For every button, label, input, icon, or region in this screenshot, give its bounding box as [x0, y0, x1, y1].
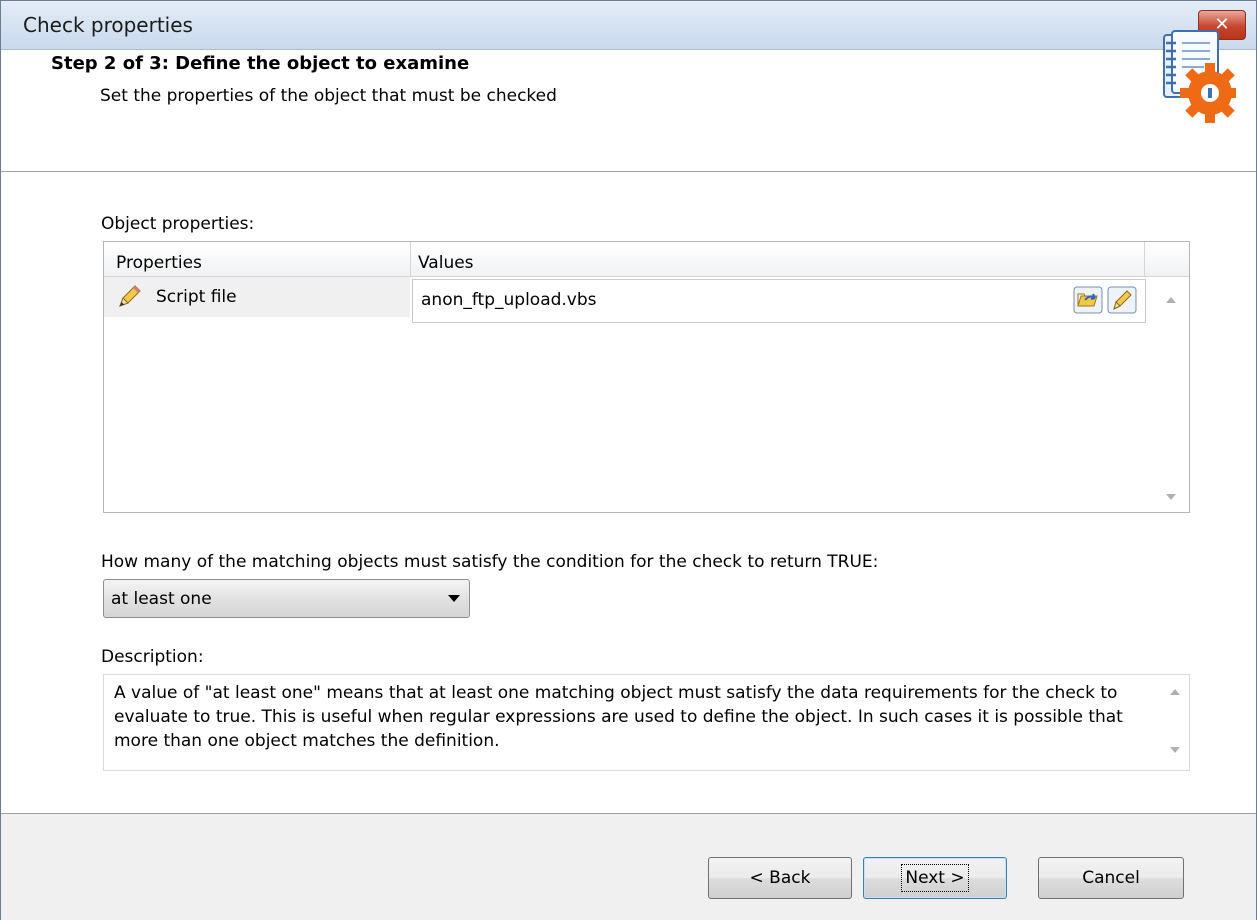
property-row-script-file[interactable]: Script file — [104, 277, 410, 317]
pencil-icon — [116, 284, 142, 310]
title-bar[interactable]: Check properties ✕ — [1, 1, 1256, 50]
cancel-button[interactable]: Cancel — [1038, 857, 1184, 899]
checklist-gear-icon — [1158, 29, 1240, 125]
column-header-values[interactable]: Values — [418, 253, 474, 273]
back-button-label: < Back — [749, 868, 811, 888]
property-value-field[interactable]: anon_ftp_upload.vbs — [412, 279, 1146, 323]
window-title: Check properties — [23, 13, 193, 37]
property-name: Script file — [156, 287, 237, 307]
description-label: Description: — [101, 647, 204, 667]
grid-scrollbar[interactable] — [1154, 277, 1188, 511]
edit-value-icon[interactable] — [1107, 286, 1137, 314]
header-divider-highlight — [1, 172, 1256, 173]
description-text: A value of "at least one" means that at … — [114, 683, 1123, 751]
chevron-down-icon — [448, 595, 460, 602]
column-header-properties[interactable]: Properties — [116, 253, 202, 273]
scroll-up-arrow-icon[interactable] — [1166, 297, 1176, 303]
column-divider[interactable] — [1144, 242, 1145, 276]
property-grid[interactable]: Properties Values Script file anon_ftp_u… — [103, 241, 1190, 513]
step-subtitle: Set the properties of the object that mu… — [100, 86, 557, 106]
next-button-label: Next > — [901, 864, 969, 892]
back-button[interactable]: < Back — [708, 857, 852, 899]
scroll-down-arrow-icon[interactable] — [1166, 494, 1176, 500]
cancel-button-label: Cancel — [1082, 868, 1140, 888]
match-count-select[interactable]: at least one — [103, 579, 470, 618]
scroll-down-arrow-icon[interactable] — [1170, 747, 1180, 753]
dialog-window: Check properties ✕ Step 2 of 3: Define t… — [0, 0, 1257, 920]
scroll-up-arrow-icon[interactable] — [1170, 689, 1180, 695]
grid-header: Properties Values — [104, 242, 1189, 277]
object-properties-label: Object properties: — [101, 214, 255, 234]
condition-label: How many of the matching objects must sa… — [101, 552, 879, 572]
step-title: Step 2 of 3: Define the object to examin… — [51, 53, 470, 74]
column-divider[interactable] — [410, 242, 411, 276]
description-box[interactable]: A value of "at least one" means that at … — [103, 674, 1190, 771]
property-value: anon_ftp_upload.vbs — [421, 290, 597, 310]
match-count-selected: at least one — [111, 589, 212, 609]
browse-file-icon[interactable] — [1073, 286, 1103, 314]
next-button[interactable]: Next > — [863, 857, 1007, 899]
